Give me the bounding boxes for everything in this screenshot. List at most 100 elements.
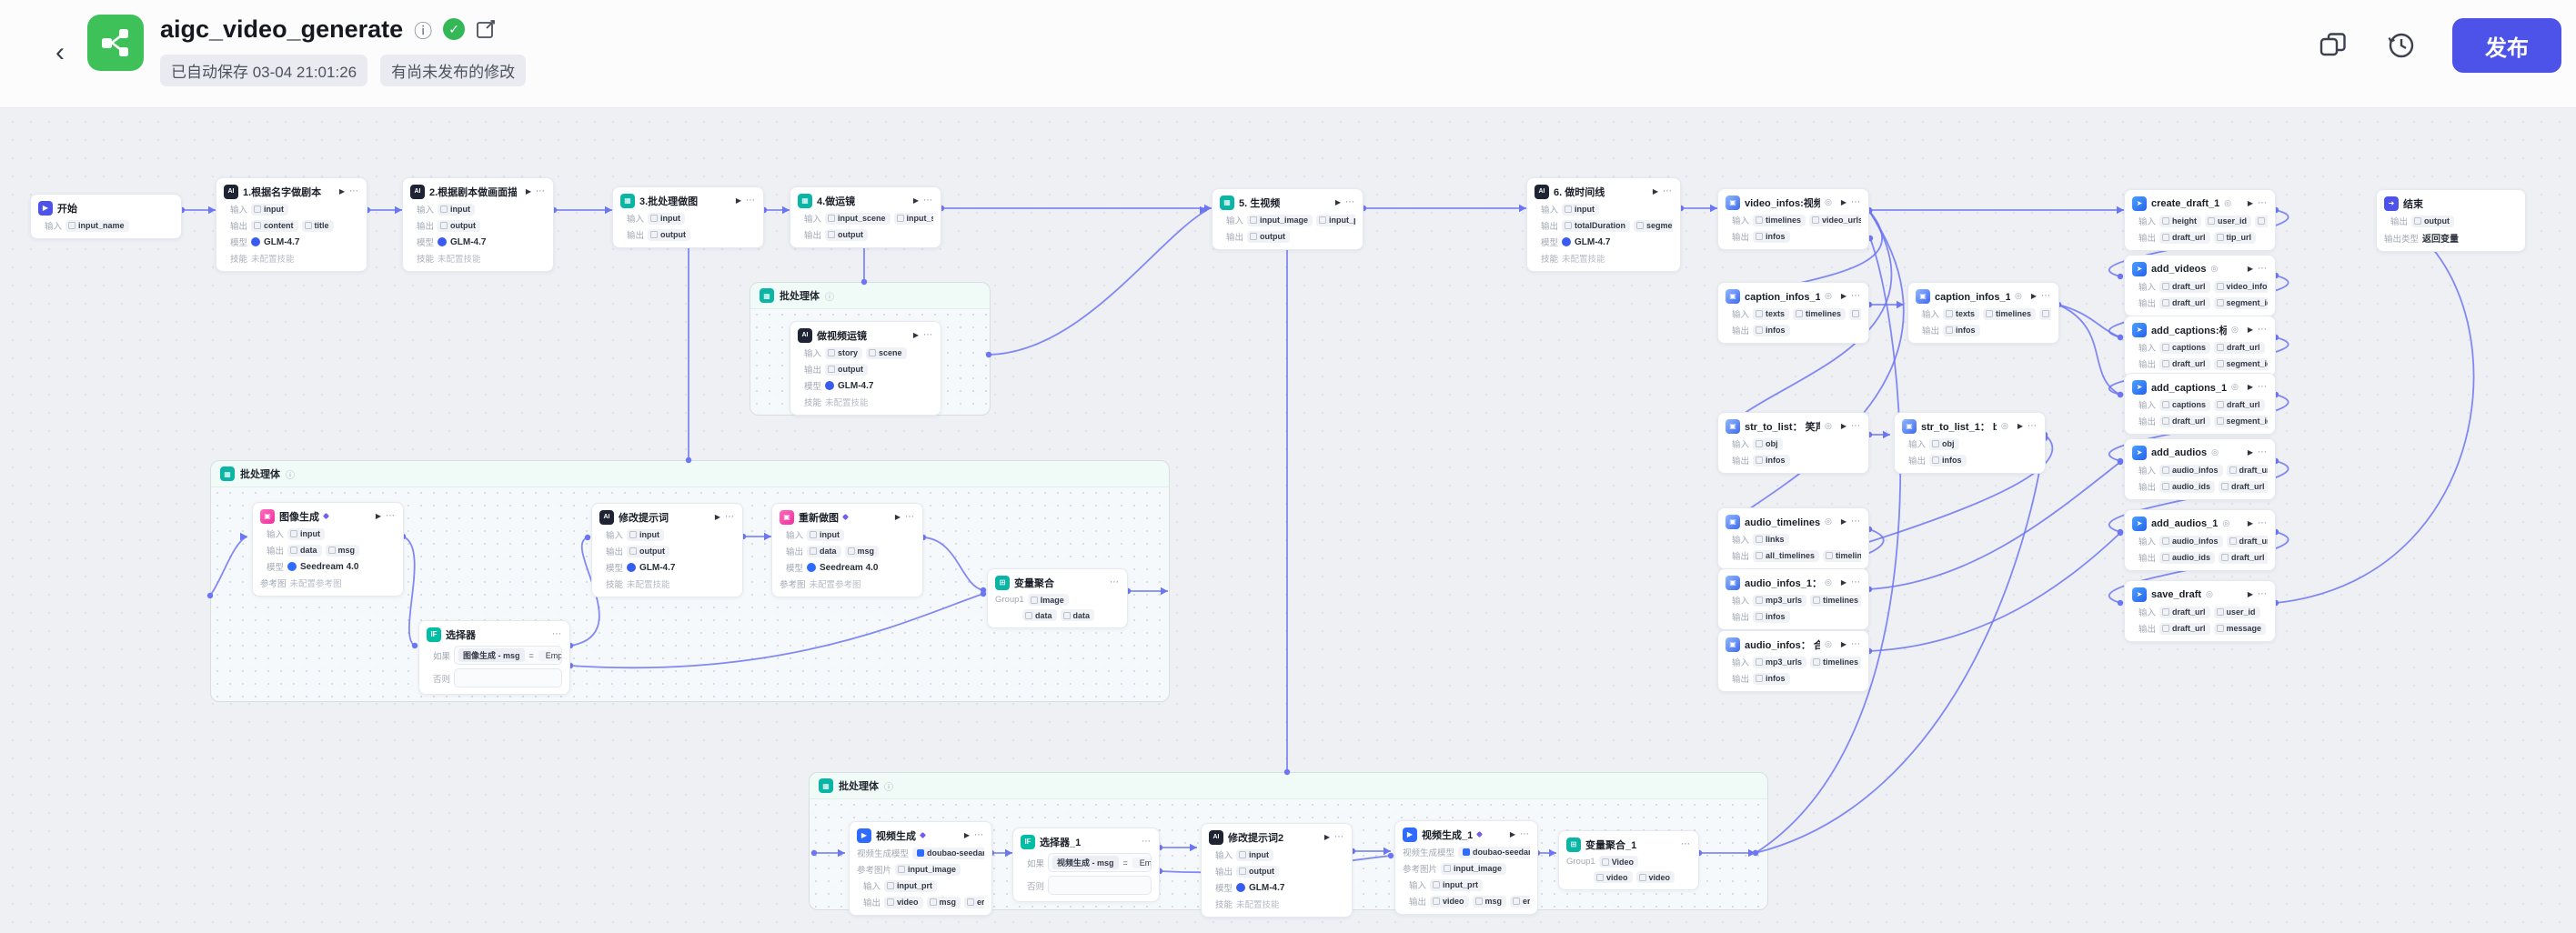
node-more-button[interactable]: ⋯ [1851, 197, 1861, 207]
condition-operator[interactable]: = [1123, 858, 1128, 868]
run-node-button[interactable]: ▶ [1335, 198, 1341, 206]
run-node-button[interactable]: ▶ [913, 196, 919, 205]
node-more-button[interactable]: ⋯ [1110, 577, 1120, 587]
node-llm-timeline[interactable]: AI 6. 做时间线 ▶ ⋯ 输入 input 输出 totalDuration segment… [1526, 177, 1681, 272]
run-node-button[interactable]: ▶ [1841, 422, 1846, 430]
node-save-draft[interactable]: ➤ save_draft ◎ ▶ ⋯ 输入 draft_url user_id 输出 draft_… [2124, 580, 2276, 642]
run-node-button[interactable]: ▶ [1653, 187, 1658, 196]
run-node-button[interactable]: ▶ [1841, 640, 1846, 648]
node-more-button[interactable]: ⋯ [905, 512, 915, 522]
back-button[interactable]: ‹ [44, 35, 76, 71]
node-edit-prompt-2[interactable]: AI 修改提示词2 ▶ ⋯ 输入 input 输出 output 模型 GLM-4.7 技能 未配置技… [1201, 823, 1353, 918]
node-more-button[interactable]: ⋯ [349, 186, 359, 196]
run-node-button[interactable]: ▶ [895, 513, 901, 521]
node-add-audios-1[interactable]: ➤add_audios_1◎▶⋯输入audio_infosdraft_url输出… [2124, 509, 2276, 571]
run-node-button[interactable]: ▶ [2018, 422, 2023, 430]
node-var-merge-1[interactable]: ⊞ 变量聚合_1 ⋯ Group1 Video video video [1558, 830, 1699, 890]
condition-right-operand[interactable]: Empty [538, 649, 561, 661]
run-node-button[interactable]: ▶ [964, 831, 970, 839]
node-add-audios[interactable]: ➤add_audios◎▶⋯输入audio_infosdraft_url输出au… [2124, 438, 2276, 500]
node-more-button[interactable]: ⋯ [923, 330, 933, 340]
run-node-button[interactable]: ▶ [2248, 590, 2253, 598]
node-batch-video[interactable]: ▦ 5. 生视频 ▶ ⋯ 输入 input_imageinput_prt 输出 output [1212, 188, 1363, 250]
node-more-button[interactable]: ⋯ [2258, 518, 2268, 528]
duplicate-icon[interactable] [2318, 29, 2350, 62]
condition-left-operand[interactable]: 图像生成 - msg [458, 648, 525, 662]
node-start[interactable]: ▶ 开始 输入 input_name [30, 194, 182, 239]
node-more-button[interactable]: ⋯ [2041, 291, 2051, 301]
node-more-button[interactable]: ⋯ [725, 512, 735, 522]
node-more-button[interactable]: ⋯ [1334, 832, 1344, 842]
node-audio-infos[interactable]: ▣ audio_infos： 合成bgm ◎ ▶ ⋯ 输入 mp3_urlstimeline… [1717, 630, 1869, 692]
node-add-captions-subtitle[interactable]: ➤add_captions_1:字幕◎▶⋯输入captionsdraft_url… [2124, 373, 2276, 435]
condition-box[interactable] [1048, 876, 1152, 895]
condition-box[interactable] [454, 668, 562, 687]
run-node-button[interactable]: ▶ [1841, 578, 1846, 587]
node-more-button[interactable]: ⋯ [1681, 839, 1691, 849]
run-node-button[interactable]: ▶ [2248, 199, 2253, 207]
node-str-to-list[interactable]: ▣ str_to_list： 笑声 ◎ ▶ ⋯ 输入 obj 输出 infos [1717, 412, 1869, 474]
node-audio-infos-1[interactable]: ▣ audio_infos_1： 合成笑声 ◎ ▶ ⋯ 输入 mp3_urlstimelin… [1717, 568, 1869, 630]
node-more-button[interactable]: ⋯ [2258, 264, 2268, 274]
node-video-gen-1[interactable]: ▶视频生成_1▶⋯视频生成模型doubao-seedance-pro参考图片in… [1394, 820, 1538, 915]
node-more-button[interactable]: ⋯ [1520, 829, 1530, 839]
node-more-button[interactable]: ⋯ [1851, 517, 1861, 527]
node-more-button[interactable]: ⋯ [536, 186, 546, 196]
condition-right-operand[interactable]: Empty [1132, 857, 1151, 868]
node-more-button[interactable]: ⋯ [2258, 589, 2268, 599]
node-more-button[interactable]: ⋯ [1663, 186, 1673, 196]
node-more-button[interactable]: ⋯ [2258, 198, 2268, 208]
run-node-button[interactable]: ▶ [376, 512, 381, 520]
node-str-to-list-1[interactable]: ▣str_to_list_1： bgm◎▶⋯输入obj输出infos [1894, 412, 2046, 474]
run-node-button[interactable]: ▶ [715, 513, 720, 521]
node-more-button[interactable]: ⋯ [552, 629, 562, 639]
run-node-button[interactable]: ▶ [339, 187, 345, 196]
node-llm-group-camera[interactable]: AI 做视频运镜 ▶ ⋯ 输入 story scene 输出 output 模型 GLM-4.7 技能… [790, 321, 941, 416]
node-caption-infos-title[interactable]: ▣ caption_infos_1:标题 ◎ ▶ ⋯ 输入 textstimelinesfo… [1717, 282, 1869, 344]
node-more-button[interactable]: ⋯ [1851, 639, 1861, 649]
node-selector-1[interactable]: IF 选择器_1 ⋯ 如果视频生成 - msg = Empty 否则 [1012, 828, 1160, 902]
history-icon[interactable] [2385, 29, 2418, 62]
node-batch-draw[interactable]: ▦ 3.批处理做图 ▶ ⋯ 输入 input 输出 output [612, 186, 764, 248]
node-more-button[interactable]: ⋯ [2028, 421, 2038, 431]
info-icon[interactable]: ⓘ [414, 16, 432, 43]
node-create-draft-1[interactable]: ➤ create_draft_1 ◎ ▶ ⋯ 输入height user_idwidth 输出… [2124, 189, 2276, 251]
condition-left-operand[interactable]: 视频生成 - msg [1052, 856, 1119, 869]
run-node-button[interactable]: ▶ [2248, 519, 2253, 527]
run-node-button[interactable]: ▶ [526, 187, 531, 196]
run-node-button[interactable]: ▶ [2248, 265, 2253, 273]
run-node-button[interactable]: ▶ [2248, 448, 2253, 456]
workflow-canvas[interactable]: ▦ 批处理体 ⓘ ▦ 批处理体 ⓘ ▦ 批处理体 ⓘ ▶ 开始 输入 input_name AI 1.根据名… [0, 0, 2576, 933]
run-node-button[interactable]: ▶ [1510, 830, 1515, 838]
run-node-button[interactable]: ▶ [2248, 383, 2253, 391]
node-more-button[interactable]: ⋯ [1851, 577, 1861, 587]
node-edit-prompt[interactable]: AI 修改提示词 ▶ ⋯ 输入 input 输出 output 模型 GLM-4.7 技能 未配置技能 [591, 503, 743, 597]
node-redraw[interactable]: ▣ 重新做图 ▶ ⋯ 输入 input 输出 data msg 模型 Seedream 4.0 参考图… [771, 503, 923, 597]
run-node-button[interactable]: ▶ [913, 331, 919, 339]
node-var-merge[interactable]: ⊞ 变量聚合 ⋯ Group1 Image data data [987, 568, 1128, 628]
node-end[interactable]: ➜ 结束 输出 output 输出类型 返回变量 [2376, 189, 2526, 252]
run-node-button[interactable]: ▶ [1841, 198, 1846, 206]
node-caption-infos-subtitle[interactable]: ▣ caption_infos_1:字幕 ◎ ▶ ⋯ 输入 textstimelinesfo… [1907, 282, 2059, 344]
node-more-button[interactable]: ⋯ [1851, 421, 1861, 431]
node-more-button[interactable]: ⋯ [746, 196, 756, 206]
node-add-captions-title[interactable]: ➤ add_captions:标题◎ ▶ ⋯ 输入captionsdraft_urlal… [2124, 316, 2276, 377]
node-more-button[interactable]: ⋯ [2258, 325, 2268, 335]
node-video-infos[interactable]: ▣ video_infos:视频素材 ◎ ▶ ⋯ 输入 timelinesvideo_url… [1717, 188, 1869, 250]
node-more-button[interactable]: ⋯ [1851, 291, 1861, 301]
node-more-button[interactable]: ⋯ [1142, 837, 1152, 847]
condition-box[interactable]: 视频生成 - msg = Empty [1048, 853, 1152, 872]
node-add-videos[interactable]: ➤ add_videos◎ ▶ ⋯ 输入draft_urlvideo_infosalph… [2124, 255, 2276, 316]
node-more-button[interactable]: ⋯ [1345, 197, 1355, 207]
node-more-button[interactable]: ⋯ [2258, 447, 2268, 457]
publish-button[interactable]: 发布 [2452, 18, 2561, 73]
node-more-button[interactable]: ⋯ [923, 196, 933, 206]
node-selector[interactable]: IF 选择器 ⋯ 如果图像生成 - msg = Empty 否则 [418, 620, 570, 695]
node-more-button[interactable]: ⋯ [974, 830, 984, 840]
node-llm-2[interactable]: AI 2.根据剧本做画面描述 ▶ ⋯ 输入 input 输出 output 模型 GLM-4.7 技… [402, 177, 554, 272]
run-node-button[interactable]: ▶ [1324, 833, 1330, 841]
run-node-button[interactable]: ▶ [1841, 517, 1846, 526]
edit-title-icon[interactable] [476, 19, 496, 39]
node-image-gen[interactable]: ▣ 图像生成 ▶ ⋯ 输入 input 输出 data msg 模型 Seedream 4.0 参考图… [252, 502, 404, 597]
condition-operator[interactable]: = [529, 651, 534, 660]
